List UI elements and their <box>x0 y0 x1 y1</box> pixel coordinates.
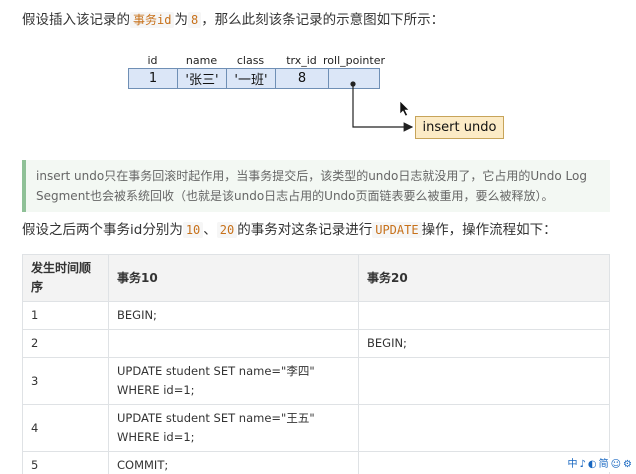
table-row: 2 BEGIN; <box>22 329 610 358</box>
ime-settings-icon[interactable]: ⚙ <box>623 459 632 471</box>
table-row: 4 UPDATE student SET name="王五" WHERE id=… <box>22 404 610 452</box>
inline-code-10: 10 <box>182 222 204 238</box>
table-cell: 2 <box>22 329 109 358</box>
table-cell <box>358 301 610 330</box>
ime-voice-icon[interactable]: ♪ <box>579 459 585 471</box>
ime-chinese-mode-icon[interactable]: 中 <box>567 459 577 471</box>
ime-toolbar[interactable]: 中 ♪ ◐ 简 ☺ ⚙ <box>567 458 632 472</box>
table-row: 1 BEGIN; <box>22 301 610 330</box>
ime-halfwidth-icon[interactable]: ◐ <box>588 459 597 471</box>
note-line-2: Segment也会被系统回收（也就是该undo日志占用的Undo页面链表要么被重… <box>36 189 554 203</box>
header-trx-10: 事务10 <box>108 254 359 302</box>
header-trx-20: 事务20 <box>358 254 610 302</box>
table-row: 3 UPDATE student SET name="李四" WHERE id=… <box>22 357 610 405</box>
note-blockquote: insert undo只在事务回滚时起作用，当事务提交后，该类型的undo日志就… <box>22 160 610 212</box>
record-diagram: id name class trx_id roll_pointer 1 '张三'… <box>0 0 636 150</box>
table-cell: 4 <box>22 404 109 452</box>
header-time-order: 发生时间顺序 <box>22 254 109 302</box>
transaction-table: 发生时间顺序 事务10 事务20 1 BEGIN; 2 BEGIN; 3 UPD… <box>22 254 610 474</box>
insert-undo-box: insert undo <box>415 116 504 139</box>
ime-emoji-icon[interactable]: ☺ <box>611 459 621 471</box>
note-line-1: insert undo只在事务回滚时起作用，当事务提交后，该类型的undo日志就… <box>36 169 587 183</box>
table-cell <box>358 404 610 452</box>
table-header-row: 发生时间顺序 事务10 事务20 <box>22 254 610 302</box>
table-cell: BEGIN; <box>358 329 610 358</box>
table-cell: BEGIN; <box>108 301 359 330</box>
table-cell <box>108 329 359 358</box>
update-paragraph: 假设之后两个事务id分别为 10、 20 的事务对这条记录进行 UPDATE 操作，操作流… <box>22 220 557 240</box>
para-text: 假设之后两个事务id分别为 <box>22 222 183 238</box>
para-text: 操作，操作流程如下： <box>421 222 557 238</box>
pointer-arrow-graphic <box>350 81 414 132</box>
inline-code-update: UPDATE <box>372 222 422 238</box>
para-text: 的事务对这条记录进行 <box>237 222 373 238</box>
mouse-cursor-icon <box>399 100 410 117</box>
table-cell <box>358 357 610 405</box>
table-cell: 5 <box>22 451 109 474</box>
table-cell: 1 <box>22 301 109 330</box>
table-cell: 3 <box>22 357 109 405</box>
table-cell: UPDATE student SET name="王五" WHERE id=1; <box>108 404 359 452</box>
table-cell: UPDATE student SET name="李四" WHERE id=1; <box>108 357 359 405</box>
ime-simplified-icon[interactable]: 简 <box>599 459 609 471</box>
table-row: 5 COMMIT; <box>22 451 610 474</box>
inline-code-20: 20 <box>216 222 238 238</box>
table-cell: COMMIT; <box>108 451 359 474</box>
para-text: 、 <box>203 222 217 238</box>
